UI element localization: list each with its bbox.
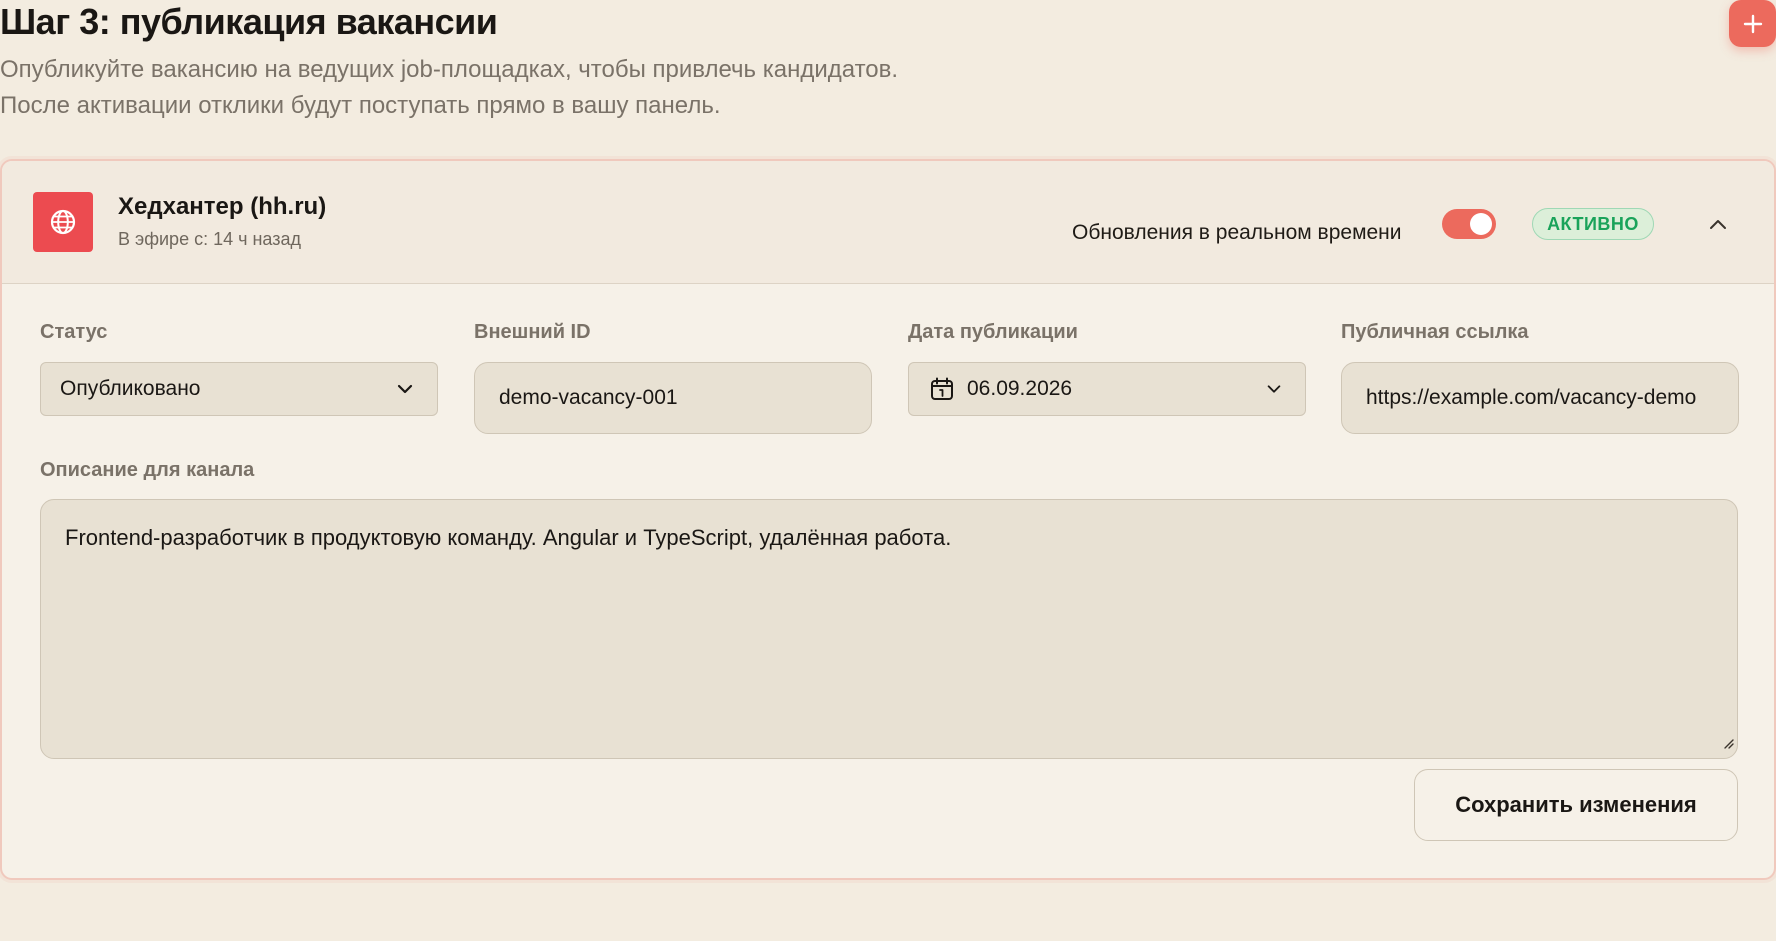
- realtime-updates-label: Обновления в реальном времени: [1072, 221, 1402, 244]
- resize-handle-icon[interactable]: [1721, 730, 1735, 756]
- collapse-button[interactable]: [1702, 209, 1734, 241]
- subtitle-line-2: После активации отклики будут поступать …: [0, 92, 721, 119]
- status-badge: АКТИВНО: [1532, 208, 1654, 240]
- public-link-input[interactable]: https://example.com/vacancy-demo: [1341, 362, 1739, 434]
- channel-card: Хедхантер (hh.ru) В эфире с: 14 ч назад …: [0, 159, 1776, 880]
- chevron-up-icon: [1710, 220, 1726, 229]
- realtime-updates-toggle[interactable]: [1442, 209, 1496, 239]
- plus-icon: [1743, 14, 1762, 33]
- status-label: Статус: [40, 321, 108, 343]
- chevron-down-icon: [1265, 380, 1283, 398]
- publication-date-value: 06.09.2026: [967, 377, 1073, 400]
- page-subtitle: Опубликуйте вакансию на ведущих job-площ…: [0, 52, 898, 124]
- save-changes-button[interactable]: Сохранить изменения: [1414, 769, 1738, 841]
- globe-icon: [50, 209, 76, 235]
- chevron-down-icon: [395, 379, 415, 399]
- add-channel-button[interactable]: [1729, 0, 1776, 47]
- subtitle-line-1: Опубликуйте вакансию на ведущих job-площ…: [0, 56, 899, 83]
- description-text: Frontend-разработчик в продуктовую коман…: [65, 525, 952, 550]
- external-id-label: Внешний ID: [474, 321, 591, 343]
- external-id-input[interactable]: demo-vacancy-001: [474, 362, 872, 434]
- channel-name: Хедхантер (hh.ru): [118, 193, 327, 220]
- channel-live-since: В эфире с: 14 ч назад: [118, 229, 301, 249]
- publication-date-label: Дата публикации: [908, 321, 1078, 343]
- description-textarea[interactable]: Frontend-разработчик в продуктовую коман…: [40, 499, 1738, 759]
- status-select-value: Опубликовано: [60, 377, 201, 400]
- toggle-knob: [1470, 213, 1492, 235]
- channel-card-header[interactable]: Хедхантер (hh.ru) В эфире с: 14 ч назад …: [2, 161, 1774, 284]
- channel-logo: [33, 192, 93, 252]
- description-label: Описание для канала: [40, 459, 255, 481]
- public-link-label: Публичная ссылка: [1341, 321, 1529, 343]
- status-select[interactable]: Опубликовано: [40, 362, 438, 416]
- page-title: Шаг 3: публикация вакансии: [0, 1, 498, 42]
- publication-date-picker[interactable]: 06.09.2026: [908, 362, 1306, 416]
- calendar-icon: [929, 376, 955, 402]
